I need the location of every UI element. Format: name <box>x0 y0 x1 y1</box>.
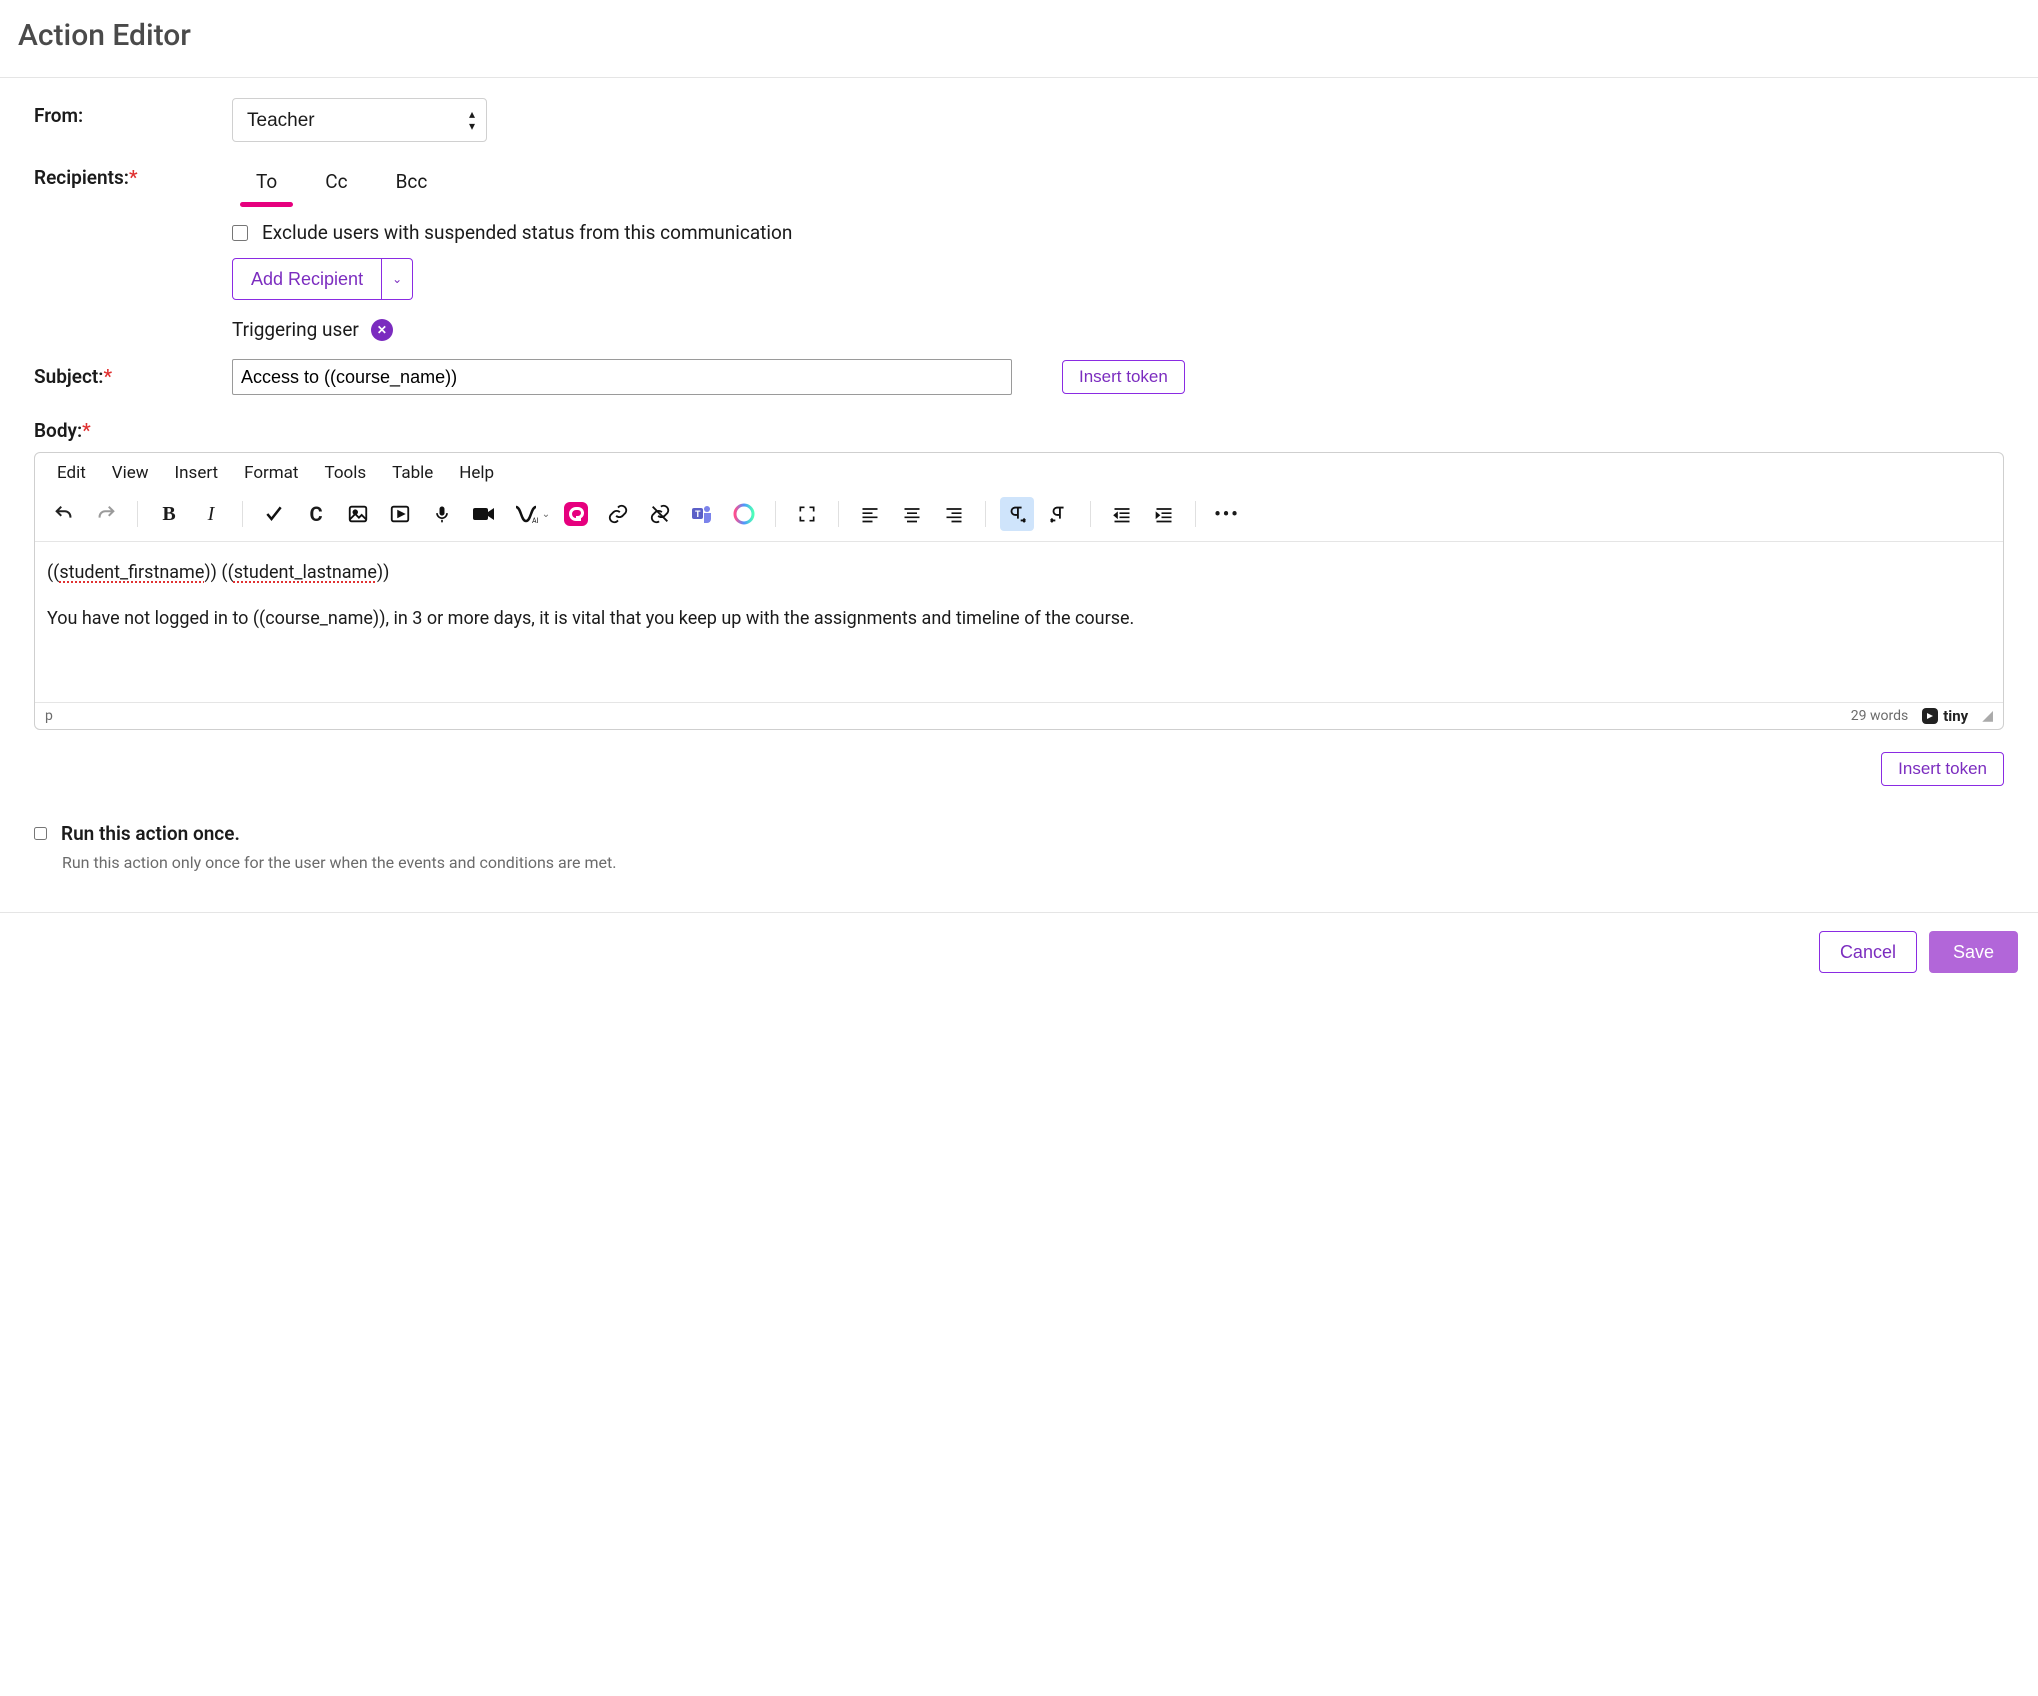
add-recipient-dropdown[interactable]: ⌄ <box>382 258 413 300</box>
cancel-button[interactable]: Cancel <box>1819 931 1917 973</box>
add-recipient-button[interactable]: Add Recipient <box>232 258 382 300</box>
editor-content[interactable]: ((student_firstname)) ((student_lastname… <box>35 542 2003 702</box>
body-label: Body:* <box>34 419 2004 442</box>
menu-tools[interactable]: Tools <box>325 463 367 483</box>
app-icon[interactable] <box>559 497 593 531</box>
exclude-suspended-checkbox[interactable] <box>232 225 248 241</box>
ltr-icon[interactable] <box>1000 497 1034 531</box>
outdent-icon[interactable] <box>1105 497 1139 531</box>
tab-to[interactable]: To <box>252 164 281 207</box>
code-icon[interactable]: C <box>299 497 333 531</box>
subject-input[interactable] <box>232 359 1012 395</box>
insert-token-body-button[interactable]: Insert token <box>1881 752 2004 786</box>
subject-label: Subject:* <box>34 359 232 388</box>
redo-icon[interactable] <box>89 497 123 531</box>
menu-view[interactable]: View <box>112 463 149 483</box>
remove-recipient-button[interactable]: ✕ <box>371 319 393 341</box>
align-right-icon[interactable] <box>937 497 971 531</box>
ai-icon[interactable]: AI ⌄ <box>509 497 551 531</box>
insert-token-subject-button[interactable]: Insert token <box>1062 360 1185 394</box>
image-icon[interactable] <box>341 497 375 531</box>
media-icon[interactable] <box>383 497 417 531</box>
tab-cc[interactable]: Cc <box>321 164 351 207</box>
undo-icon[interactable] <box>47 497 81 531</box>
more-icon[interactable]: ••• <box>1210 497 1244 531</box>
indent-icon[interactable] <box>1147 497 1181 531</box>
menu-format[interactable]: Format <box>244 463 298 483</box>
chevron-down-icon: ⌄ <box>392 272 402 286</box>
video-icon[interactable] <box>467 497 501 531</box>
rtl-icon[interactable] <box>1042 497 1076 531</box>
align-left-icon[interactable] <box>853 497 887 531</box>
teams-icon[interactable]: T <box>685 497 719 531</box>
from-select[interactable]: Teacher <box>232 98 487 142</box>
run-once-title: Run this action once. <box>61 822 240 845</box>
rich-text-editor: Edit View Insert Format Tools Table Help… <box>34 452 2004 730</box>
recipient-item-label: Triggering user <box>232 318 359 341</box>
link-icon[interactable] <box>601 497 635 531</box>
tiny-badge[interactable]: tiny <box>1922 707 1968 725</box>
italic-icon[interactable]: I <box>194 497 228 531</box>
exclude-suspended-label: Exclude users with suspended status from… <box>262 221 792 244</box>
bold-icon[interactable]: B <box>152 497 186 531</box>
status-path[interactable]: p <box>45 708 53 724</box>
fullscreen-icon[interactable] <box>790 497 824 531</box>
svg-text:AI: AI <box>532 517 539 524</box>
checkmark-icon[interactable] <box>257 497 291 531</box>
microphone-icon[interactable] <box>425 497 459 531</box>
unlink-icon[interactable] <box>643 497 677 531</box>
page-title: Action Editor <box>0 0 2038 77</box>
close-icon: ✕ <box>377 323 387 337</box>
recipients-label: Recipients:* <box>34 160 232 189</box>
menu-edit[interactable]: Edit <box>57 463 86 483</box>
word-count: 29 words <box>1851 708 1908 724</box>
copilot-icon[interactable] <box>727 497 761 531</box>
menu-table[interactable]: Table <box>392 463 433 483</box>
tab-bcc[interactable]: Bcc <box>392 164 432 207</box>
align-center-icon[interactable] <box>895 497 929 531</box>
menu-help[interactable]: Help <box>459 463 494 483</box>
tiny-logo-icon <box>1922 708 1938 724</box>
menu-insert[interactable]: Insert <box>175 463 219 483</box>
save-button[interactable]: Save <box>1929 931 2018 973</box>
resize-handle-icon[interactable]: ◢ <box>1982 708 1993 724</box>
from-label: From: <box>34 98 232 127</box>
run-once-checkbox[interactable] <box>34 827 47 840</box>
run-once-description: Run this action only once for the user w… <box>62 853 2004 872</box>
svg-text:T: T <box>695 510 701 520</box>
